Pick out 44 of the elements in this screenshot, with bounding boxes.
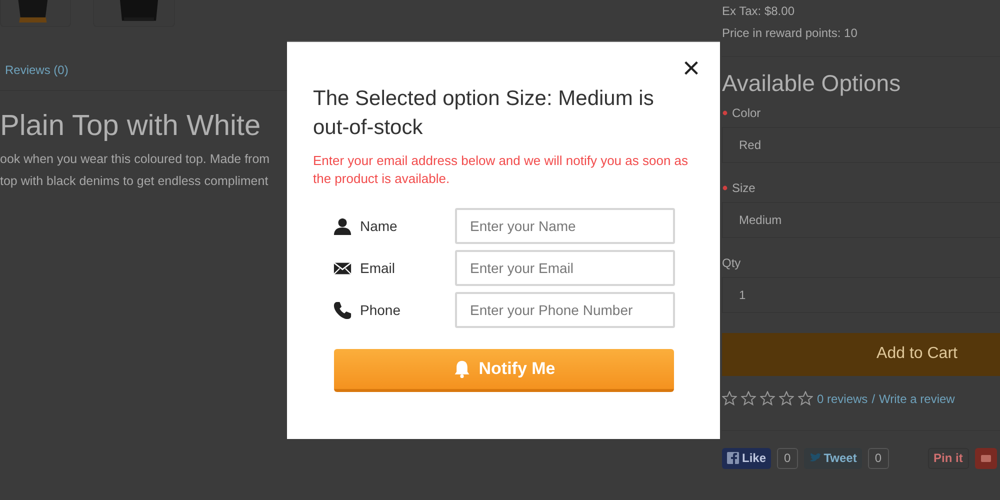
product-description: ook when you wear this coloured top. Made from — [0, 152, 271, 167]
share-count: 0 — [868, 448, 889, 469]
star-icon — [760, 391, 775, 406]
reviews-tab[interactable]: Reviews (0) — [5, 63, 68, 77]
share-button[interactable] — [974, 448, 997, 469]
phone-icon — [333, 300, 352, 320]
add-to-cart-button[interactable]: Add to Cart — [722, 332, 1000, 376]
input-field[interactable]: Enter your Phone Number — [455, 292, 675, 328]
option-label: Size — [732, 180, 756, 197]
option-field[interactable]: Medium — [722, 202, 1000, 238]
star-icon — [741, 391, 756, 406]
share-count: 0 — [777, 448, 798, 469]
option-label: Color — [732, 104, 761, 122]
field-label: Name — [360, 216, 398, 236]
star-icon — [798, 391, 813, 406]
reviews-link[interactable]: 0 reviews — [817, 390, 868, 408]
write-review-link[interactable]: Write a review — [879, 390, 955, 408]
f-icon — [727, 452, 739, 464]
options-heading: Available Options — [722, 70, 902, 98]
option-field[interactable]: 1 — [722, 276, 1000, 313]
input-field[interactable]: Enter your Name — [455, 208, 675, 244]
tweet-button[interactable]: Tweet — [804, 448, 862, 469]
option-label: Qty — [722, 254, 741, 272]
required-icon — [722, 110, 728, 116]
close-button[interactable]: × — [678, 54, 704, 84]
person-icon — [333, 216, 352, 236]
bell-icon — [452, 360, 471, 378]
star-icon — [722, 391, 737, 406]
option-field[interactable]: Red — [722, 126, 1000, 163]
required-icon — [722, 184, 728, 191]
separator-text: / — [872, 390, 876, 408]
notify-message: Enter your email address below and we will notify you as soon as the product is available. — [313, 152, 690, 188]
modal-title: The Selected option Size: Medium is out-of-stock — [313, 86, 655, 142]
field-label: Phone — [360, 300, 400, 320]
input-field[interactable]: Enter your Email — [455, 250, 675, 286]
product-title: Plain Top with White — [0, 109, 262, 144]
product-description: top with black denims to get endless compliment — [0, 174, 270, 189]
facebook-button[interactable]: Like — [722, 448, 772, 469]
pin-button[interactable]: Pin it — [928, 448, 969, 469]
bird-icon — [808, 452, 821, 464]
price-text: Price in reward points: 10 — [722, 25, 858, 42]
price-text: Ex Tax: $8.00 — [722, 3, 796, 20]
field-label: Email — [360, 258, 396, 278]
star-icon — [779, 391, 794, 406]
